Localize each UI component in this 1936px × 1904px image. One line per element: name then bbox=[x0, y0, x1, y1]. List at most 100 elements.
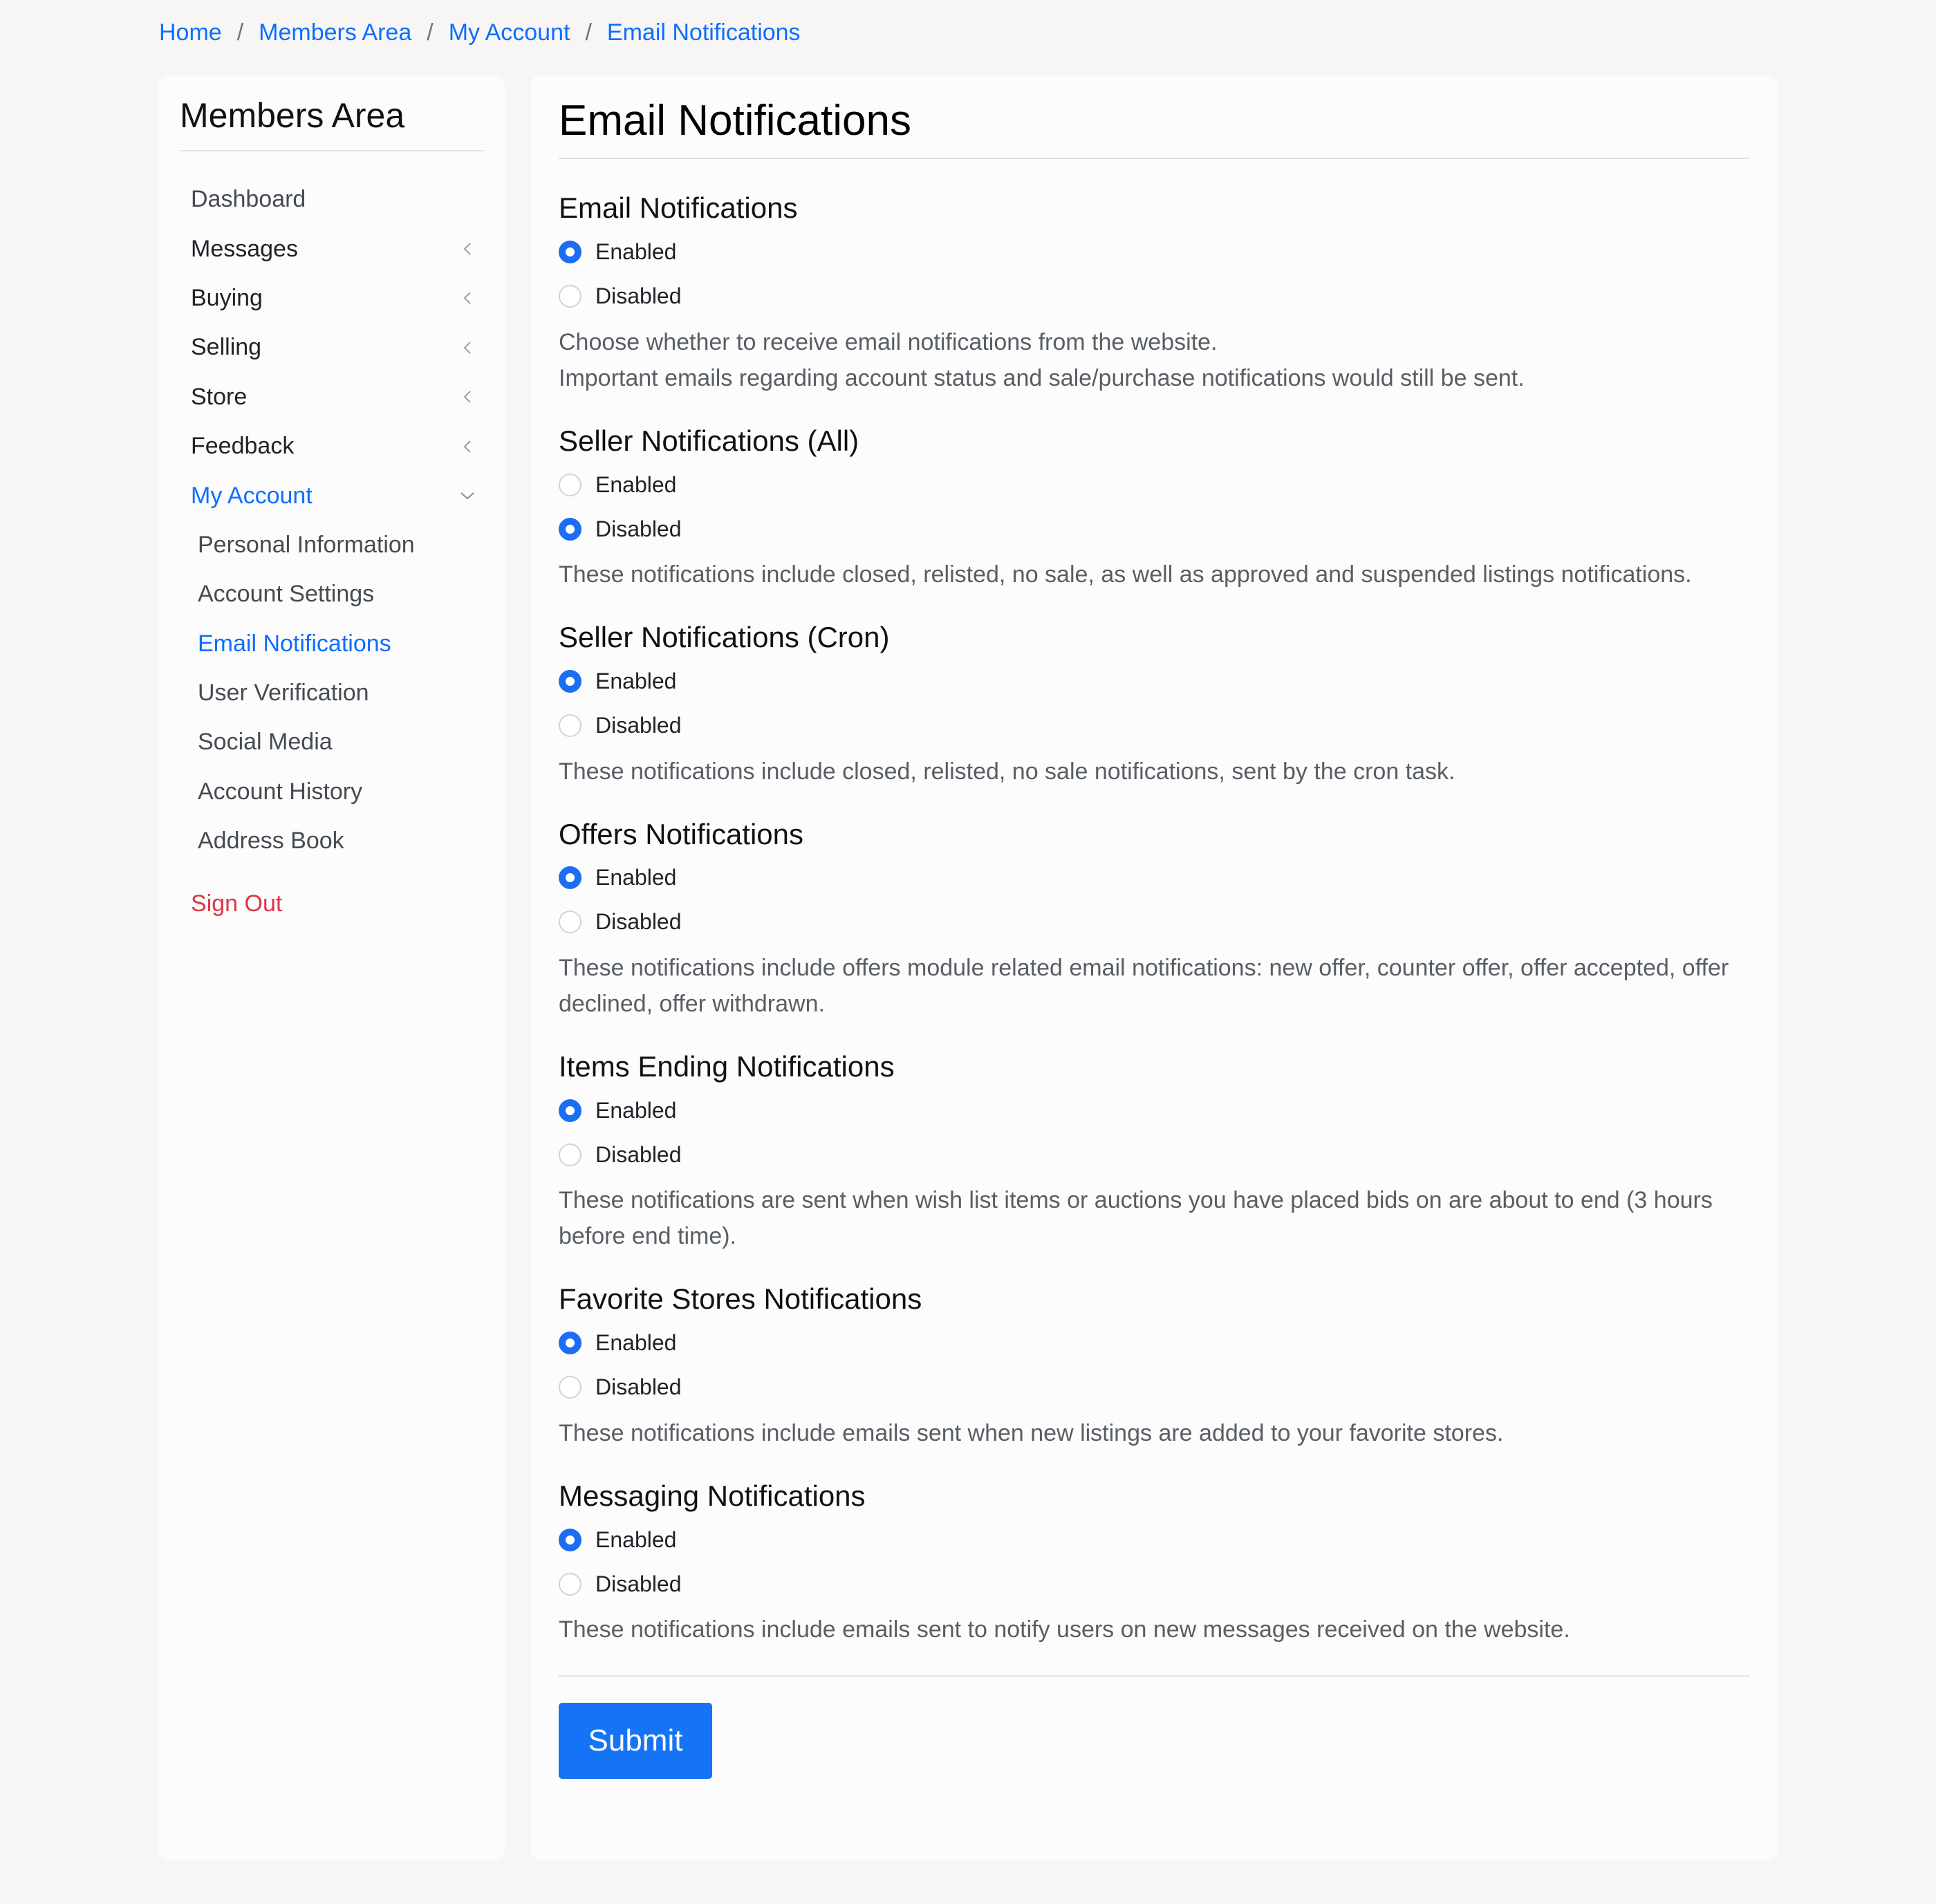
radio-label: Enabled bbox=[595, 1527, 677, 1552]
section-offers-notifications: Offers Notifications Enabled Disabled These… bbox=[559, 817, 1749, 1022]
radio-items-ending-notifications-enabled[interactable]: Enabled bbox=[559, 1088, 1749, 1132]
radio-seller-notifications-all-disabled[interactable]: Disabled bbox=[559, 507, 1749, 551]
radio-favorite-stores-notifications-disabled[interactable]: Disabled bbox=[559, 1365, 1749, 1410]
breadcrumb-separator: / bbox=[585, 19, 592, 46]
form-divider bbox=[559, 1675, 1749, 1677]
radio-button[interactable] bbox=[559, 473, 581, 496]
sidebar-subitem-user-verification[interactable]: User Verification bbox=[180, 669, 484, 718]
sidebar-subitem-email-notifications[interactable]: Email Notifications bbox=[180, 619, 484, 669]
sidebar-subitem-account-history[interactable]: Account History bbox=[180, 767, 484, 816]
breadcrumb-link-home[interactable]: Home bbox=[159, 19, 222, 46]
radio-button[interactable] bbox=[559, 1528, 581, 1551]
sidebar-item-feedback[interactable]: Feedback bbox=[180, 422, 484, 471]
radio-offers-notifications-disabled[interactable]: Disabled bbox=[559, 900, 1749, 944]
section-messaging-notifications: Messaging Notifications Enabled Disabled Th… bbox=[559, 1479, 1749, 1648]
sidebar-nav: Dashboard Messages Buying Selling Store Feedb… bbox=[180, 175, 484, 521]
notifications-form: Email Notifications Enabled Disabled Choose… bbox=[559, 191, 1749, 1648]
radio-label: Enabled bbox=[595, 472, 677, 497]
sidebar-subitem-account-settings[interactable]: Account Settings bbox=[180, 570, 484, 619]
radio-button[interactable] bbox=[559, 1376, 581, 1399]
breadcrumb-separator: / bbox=[236, 19, 244, 46]
sidebar-item-buying[interactable]: Buying bbox=[180, 274, 484, 323]
radio-label: Enabled bbox=[595, 239, 677, 265]
section-favorite-stores-notifications: Favorite Stores Notifications Enabled Disa… bbox=[559, 1282, 1749, 1450]
section-title: Offers Notifications bbox=[559, 817, 804, 850]
radio-button[interactable] bbox=[559, 911, 581, 934]
chevron-left-icon bbox=[458, 288, 477, 308]
radio-label: Disabled bbox=[595, 713, 682, 738]
sidebar-item-my-account[interactable]: My Account bbox=[180, 471, 484, 520]
breadcrumb-link-my-account[interactable]: My Account bbox=[449, 19, 570, 46]
page-title: Email Notifications bbox=[559, 95, 1749, 160]
section-title: Items Ending Notifications bbox=[559, 1049, 895, 1083]
sidebar-item-label: Dashboard bbox=[191, 186, 306, 213]
radio-messaging-notifications-enabled[interactable]: Enabled bbox=[559, 1518, 1749, 1562]
radio-label: Enabled bbox=[595, 1097, 677, 1123]
radio-button[interactable] bbox=[559, 1332, 581, 1355]
radio-label: Enabled bbox=[595, 1330, 677, 1356]
sidebar-subnav: Personal Information Account Settings Emai… bbox=[180, 521, 484, 866]
radio-seller-notifications-cron-disabled[interactable]: Disabled bbox=[559, 704, 1749, 748]
section-title: Messaging Notifications bbox=[559, 1479, 866, 1512]
sidebar-item-label: My Account bbox=[191, 482, 313, 509]
sidebar-item-label: Messages bbox=[191, 235, 298, 262]
radio-label: Disabled bbox=[595, 1374, 682, 1400]
sidebar-subitem-social-media[interactable]: Social Media bbox=[180, 718, 484, 767]
chevron-left-icon bbox=[458, 437, 477, 456]
section-description: These notifications include closed, reli… bbox=[559, 557, 1748, 592]
radio-label: Disabled bbox=[595, 1571, 682, 1596]
chevron-down-icon bbox=[458, 486, 477, 505]
sidebar-item-label: Store bbox=[191, 383, 248, 410]
section-title: Seller Notifications (All) bbox=[559, 424, 859, 457]
sidebar-item-store[interactable]: Store bbox=[180, 373, 484, 422]
radio-button[interactable] bbox=[559, 1099, 581, 1122]
sign-out-link[interactable]: Sign Out bbox=[180, 879, 484, 928]
description-line: These notifications include offers modul… bbox=[559, 954, 1729, 1017]
radio-button[interactable] bbox=[559, 285, 581, 308]
description-line: Choose whether to receive email notifica… bbox=[559, 328, 1218, 355]
chevron-left-icon bbox=[458, 239, 477, 259]
submit-button[interactable]: Submit bbox=[559, 1703, 712, 1780]
breadcrumb-link-email-notifications[interactable]: Email Notifications bbox=[607, 19, 801, 46]
sidebar-item-dashboard[interactable]: Dashboard bbox=[180, 175, 484, 224]
radio-messaging-notifications-disabled[interactable]: Disabled bbox=[559, 1562, 1749, 1606]
radio-button[interactable] bbox=[559, 670, 581, 693]
radio-button[interactable] bbox=[559, 866, 581, 890]
radio-button[interactable] bbox=[559, 517, 581, 541]
section-email-notifications: Email Notifications Enabled Disabled Choose… bbox=[559, 191, 1749, 395]
radio-seller-notifications-cron-enabled[interactable]: Enabled bbox=[559, 660, 1749, 704]
radio-favorite-stores-notifications-enabled[interactable]: Enabled bbox=[559, 1321, 1749, 1365]
sidebar-item-selling[interactable]: Selling bbox=[180, 323, 484, 372]
breadcrumb: Home / Members Area / My Account / Email Notif… bbox=[159, 15, 801, 50]
sidebar-title: Members Area bbox=[180, 97, 484, 151]
radio-button[interactable] bbox=[559, 714, 581, 738]
sidebar-item-label: Selling bbox=[191, 334, 262, 361]
radio-label: Enabled bbox=[595, 669, 677, 694]
radio-seller-notifications-all-enabled[interactable]: Enabled bbox=[559, 463, 1749, 507]
sidebar-subitem-address-book[interactable]: Address Book bbox=[180, 816, 484, 866]
description-line: These notifications include closed, reli… bbox=[559, 561, 1692, 588]
description-line: These notifications include emails sent … bbox=[559, 1616, 1570, 1643]
section-title: Seller Notifications (Cron) bbox=[559, 621, 890, 654]
main-panel: Email Notifications Email Notifications E… bbox=[531, 76, 1777, 1860]
section-description: These notifications include closed, reli… bbox=[559, 754, 1748, 790]
sidebar-item-messages[interactable]: Messages bbox=[180, 224, 484, 273]
description-line: These notifications include emails sent … bbox=[559, 1419, 1504, 1446]
breadcrumb-separator: / bbox=[427, 19, 434, 46]
radio-email-notifications-enabled[interactable]: Enabled bbox=[559, 230, 1749, 274]
radio-button[interactable] bbox=[559, 1143, 581, 1166]
breadcrumb-link-members-area[interactable]: Members Area bbox=[259, 19, 411, 46]
radio-label: Disabled bbox=[595, 909, 682, 935]
sidebar: Members Area Dashboard Messages Buying Sell… bbox=[159, 76, 505, 1860]
radio-email-notifications-disabled[interactable]: Disabled bbox=[559, 274, 1749, 319]
description-line: Important emails regarding account statu… bbox=[559, 364, 1525, 391]
radio-label: Enabled bbox=[595, 865, 677, 890]
radio-label: Disabled bbox=[595, 283, 682, 309]
description-line: These notifications are sent when wish l… bbox=[559, 1187, 1713, 1250]
sidebar-item-label: Feedback bbox=[191, 433, 295, 460]
radio-items-ending-notifications-disabled[interactable]: Disabled bbox=[559, 1132, 1749, 1177]
radio-button[interactable] bbox=[559, 241, 581, 264]
sidebar-subitem-personal-information[interactable]: Personal Information bbox=[180, 521, 484, 570]
radio-offers-notifications-enabled[interactable]: Enabled bbox=[559, 856, 1749, 900]
radio-button[interactable] bbox=[559, 1572, 581, 1596]
